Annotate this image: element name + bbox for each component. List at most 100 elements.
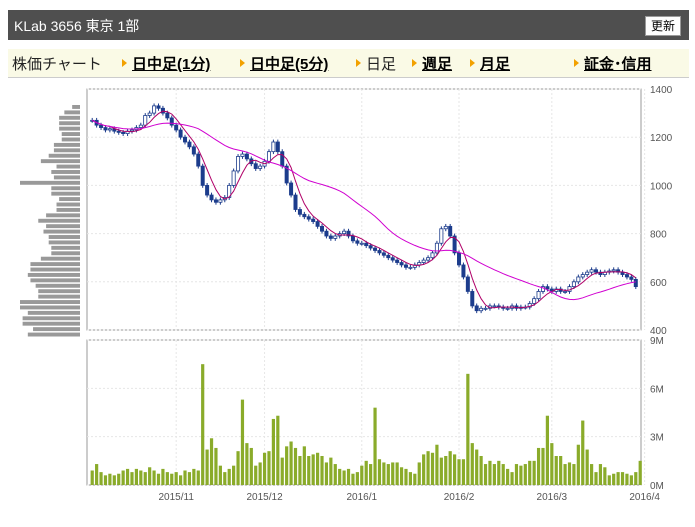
volume-bar: [430, 452, 435, 485]
candle-body: [359, 242, 364, 245]
candle-body: [443, 225, 448, 230]
date-axis: 2015/11 2015/12 2016/1 2016/2 2016/3 2016/4: [158, 492, 660, 503]
volume-bar: [360, 465, 364, 485]
volume-bar: [112, 475, 116, 485]
volume-bar: [523, 464, 527, 485]
volume-bar: [351, 473, 355, 485]
volume-bar: [519, 465, 523, 485]
candle-body: [390, 257, 395, 261]
profile-bar: [51, 170, 80, 174]
candle-body: [629, 276, 634, 280]
volume-tick-label: 9M: [650, 336, 664, 347]
volume-bar: [439, 457, 443, 485]
candle-body: [368, 245, 373, 249]
candle-body: [350, 235, 355, 242]
candle-body: [624, 274, 629, 278]
candle-body: [585, 271, 590, 275]
volume-bar: [488, 460, 492, 485]
candle-body: [492, 305, 497, 308]
profile-bar: [59, 121, 80, 126]
volume-bar: [178, 475, 183, 485]
candle-body: [576, 276, 581, 283]
profile-bar: [38, 218, 80, 223]
candle-body: [156, 105, 161, 109]
volume-bar: [161, 468, 165, 485]
volume-bar: [152, 470, 156, 485]
volume-bar: [218, 465, 222, 485]
candle-body: [293, 194, 298, 210]
volume-bar: [108, 473, 112, 485]
volume-bar: [461, 459, 466, 485]
volume-bar: [183, 470, 187, 485]
volume-bar: [391, 462, 395, 485]
volume-bar: [457, 459, 461, 485]
candle-body: [178, 129, 183, 138]
profile-bar: [33, 327, 80, 332]
candle-body: [324, 230, 329, 237]
candle-body: [395, 259, 400, 263]
candle-body: [403, 264, 408, 268]
candle-body: [355, 240, 360, 244]
volume-bar: [156, 473, 161, 485]
candle-body: [320, 225, 325, 232]
candle-body: [633, 278, 638, 288]
volume-bar: [320, 456, 324, 485]
volume-bar: [492, 464, 496, 485]
profile-bar: [43, 229, 80, 234]
price-tick-label: 1200: [650, 133, 673, 144]
candle-body: [138, 124, 143, 128]
candle-body: [457, 252, 462, 266]
volume-bar: [174, 472, 178, 485]
volume-bar: [209, 438, 214, 485]
candle-body: [377, 250, 382, 254]
volume-bar: [466, 373, 470, 485]
profile-bar: [48, 240, 80, 245]
candle-body: [258, 165, 263, 169]
volume-bar: [369, 464, 373, 485]
volume-bar: [346, 468, 351, 485]
volume-bar: [377, 459, 382, 485]
volume-bar: [298, 456, 302, 485]
candle-body: [439, 228, 444, 244]
profile-bar: [61, 132, 80, 137]
volume-bar: [262, 452, 267, 485]
candle-body: [421, 259, 426, 263]
volume-panel: [86, 339, 642, 486]
volume-bar: [165, 472, 169, 485]
volume-bar: [148, 467, 152, 485]
volume-bar: [528, 460, 532, 485]
volume-bar: [634, 472, 638, 485]
profile-bar: [56, 164, 80, 169]
profile-bar: [22, 321, 80, 326]
candle-body: [103, 127, 108, 131]
volume-bar: [395, 462, 399, 485]
candle-body: [611, 269, 616, 272]
profile-bar: [27, 310, 80, 315]
volume-bar: [532, 460, 536, 485]
profile-bar: [59, 115, 80, 120]
candle-body: [545, 286, 550, 290]
volume-bar: [616, 472, 620, 485]
volume-bar: [607, 475, 611, 485]
candle-body: [116, 130, 121, 133]
volume-bar: [612, 473, 616, 485]
volume-bar: [187, 472, 192, 485]
candle-body: [236, 156, 241, 172]
profile-bar: [35, 283, 80, 288]
volume-bar: [267, 451, 271, 485]
candle-body: [328, 235, 333, 239]
profile-bar: [20, 300, 80, 304]
candle-body: [240, 153, 245, 157]
candle-body: [342, 230, 347, 235]
volume-bar: [581, 420, 585, 485]
volume-bar: [452, 454, 457, 485]
volume-bar: [227, 468, 231, 485]
volume-bar: [386, 464, 390, 485]
candle-body: [121, 131, 126, 134]
volume-bar: [342, 470, 346, 485]
profile-bar: [59, 197, 80, 202]
volume-bar: [214, 447, 218, 485]
candle-body: [107, 128, 112, 131]
volume-bar: [620, 472, 625, 485]
volume-tick-label: 0M: [650, 481, 664, 492]
